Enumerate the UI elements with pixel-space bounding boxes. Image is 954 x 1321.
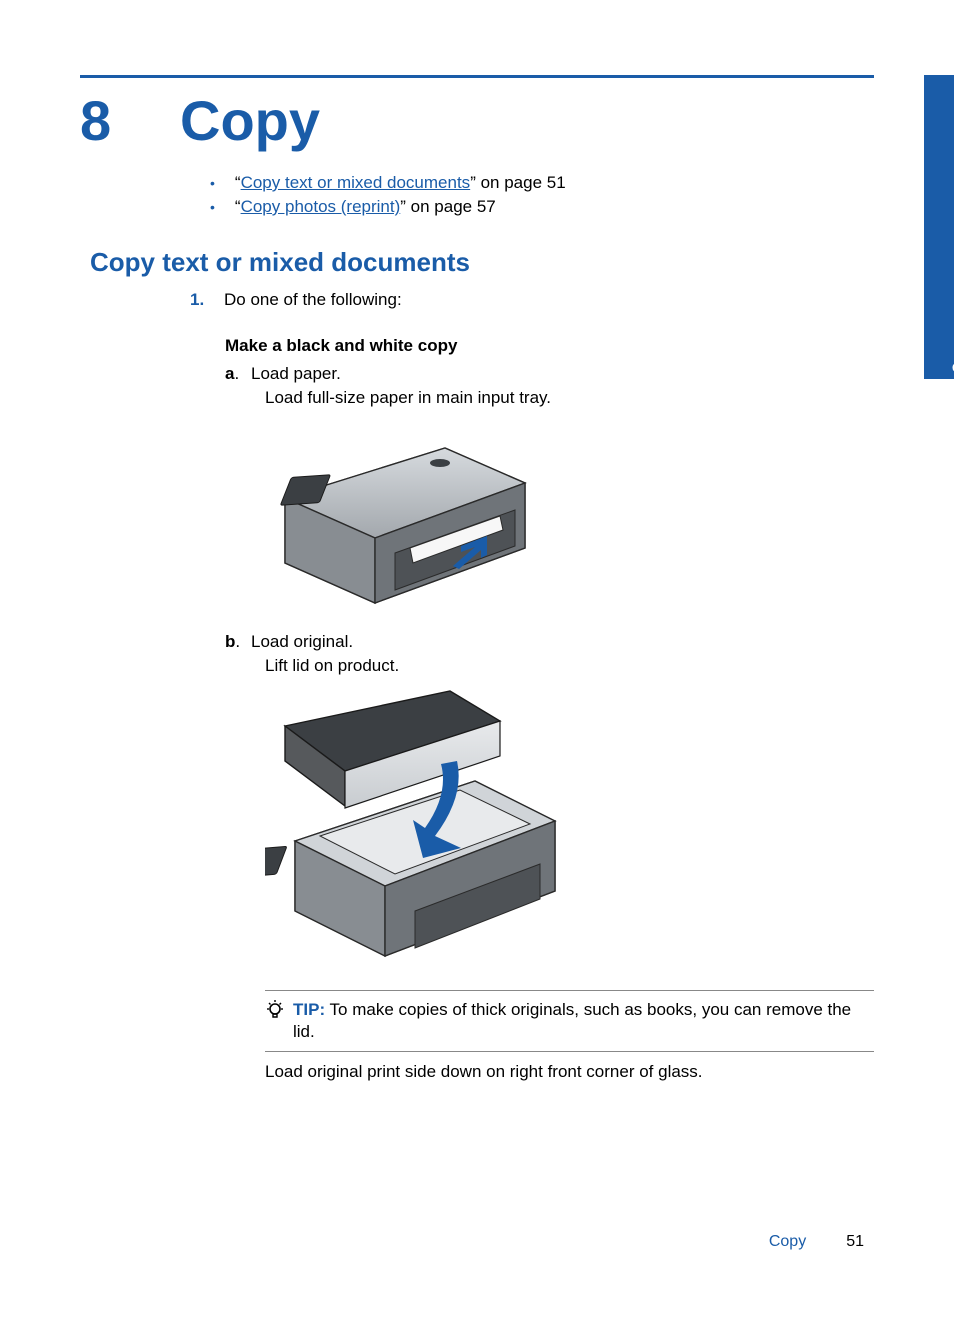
step-marker: 1. [190, 290, 212, 310]
alpha-body: Load original. [251, 632, 353, 652]
toc-item: • “Copy photos (reprint)” on page 57 [210, 197, 874, 217]
page-footer: Copy 51 [769, 1233, 864, 1251]
side-tab [924, 75, 954, 379]
top-rule [80, 75, 874, 78]
illustration-load-paper [265, 418, 874, 618]
alpha-list: b. Load original. Lift lid on product. [225, 632, 874, 676]
tip-text: TIP: To make copies of thick originals, … [293, 999, 874, 1043]
chapter-number: 8 [80, 88, 180, 153]
footer-page-number: 51 [846, 1233, 864, 1251]
alpha-list: a. Load paper. Load full-size paper in m… [225, 364, 874, 408]
chapter-toc: • “Copy text or mixed documents” on page… [210, 173, 874, 217]
alpha-marker: b. [225, 632, 251, 652]
bullet-icon: • [210, 175, 215, 191]
step-detail: Lift lid on product. [265, 656, 874, 676]
toc-item: • “Copy text or mixed documents” on page… [210, 173, 874, 193]
page-body: 8 Copy • “Copy text or mixed documents” … [0, 0, 954, 1122]
bullet-icon: • [210, 199, 215, 215]
alpha-body: Load paper. [251, 364, 341, 384]
alpha-marker: a. [225, 364, 251, 384]
step-text: Do one of the following: [224, 290, 402, 310]
section-heading: Copy text or mixed documents [90, 247, 874, 278]
chapter-title: Copy [180, 88, 320, 153]
sub-block: Make a black and white copy a. Load pape… [225, 336, 874, 408]
sub-heading: Make a black and white copy [225, 336, 874, 356]
after-tip-text: Load original print side down on right f… [265, 1062, 874, 1082]
chapter-header: 8 Copy [80, 88, 874, 153]
tip-body: To make copies of thick originals, such … [293, 1000, 851, 1041]
list-item: b. Load original. [225, 632, 874, 652]
step-detail: Load full-size paper in main input tray. [265, 388, 874, 408]
numbered-list: 1. Do one of the following: [190, 290, 874, 310]
tip-box: TIP: To make copies of thick originals, … [265, 990, 874, 1052]
list-item: 1. Do one of the following: [190, 290, 874, 310]
footer-chapter: Copy [769, 1233, 806, 1251]
tip-label: TIP: [293, 1000, 325, 1019]
toc-link-copy-text[interactable]: Copy text or mixed documents [241, 173, 471, 192]
sub-block: b. Load original. Lift lid on product. [225, 632, 874, 676]
toc-text: “Copy photos (reprint)” on page 57 [235, 197, 496, 217]
toc-text: “Copy text or mixed documents” on page 5… [235, 173, 566, 193]
lightbulb-icon [265, 999, 285, 1043]
list-item: a. Load paper. [225, 364, 874, 384]
toc-tail: on page 51 [476, 173, 566, 192]
side-tab-label: Copy [949, 340, 954, 373]
toc-link-copy-photos[interactable]: Copy photos (reprint) [241, 197, 401, 216]
toc-tail: on page 57 [406, 197, 496, 216]
illustration-lift-lid [265, 686, 874, 976]
